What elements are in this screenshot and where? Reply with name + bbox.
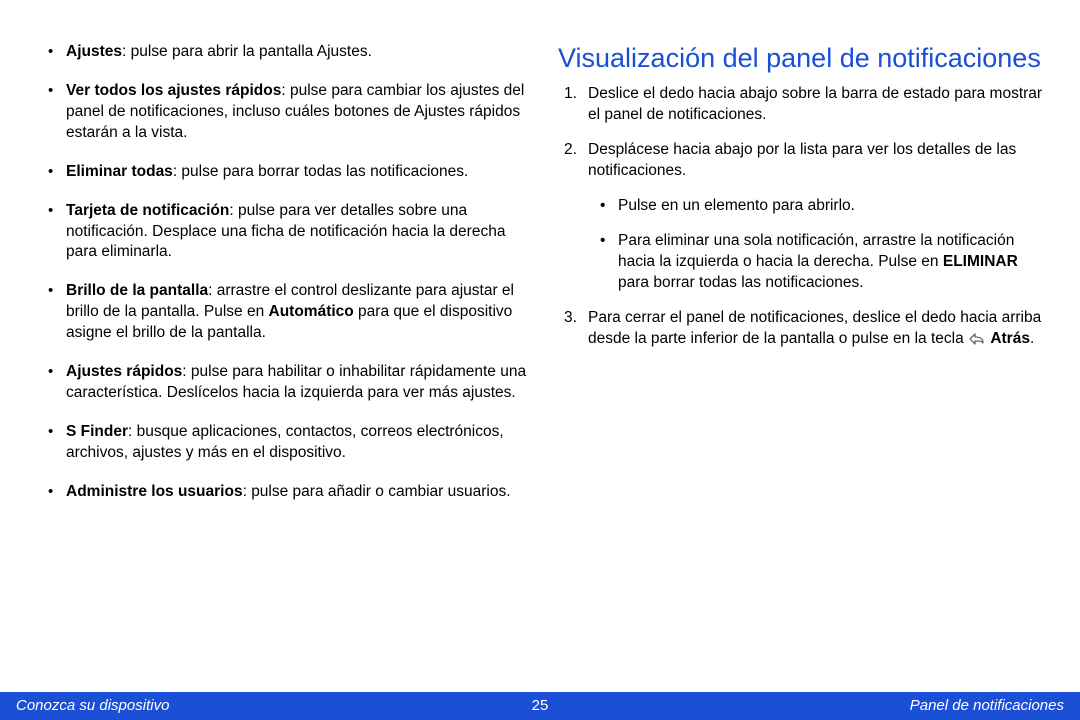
- term: Brillo de la pantalla: [66, 282, 208, 299]
- list-item: Administre los usuarios: pulse para añad…: [54, 482, 528, 503]
- list-item: Tarjeta de notificación: pulse para ver …: [54, 201, 528, 264]
- desc: : pulse para borrar todas las notificaci…: [173, 163, 469, 180]
- term: Ver todos los ajustes rápidos: [66, 82, 281, 99]
- section-heading: Visualización del panel de notificacione…: [558, 42, 1050, 74]
- desc: : busque aplicaciones, contactos, correo…: [66, 423, 504, 461]
- desc: : pulse para abrir la pantalla Ajustes.: [122, 43, 372, 60]
- inline-bold: Automático: [269, 303, 354, 320]
- term: Tarjeta de notificación: [66, 202, 229, 219]
- list-item: S Finder: busque aplicaciones, contactos…: [54, 422, 528, 464]
- footer-right: Panel de notificaciones: [548, 696, 1064, 716]
- list-item: Ajustes: pulse para abrir la pantalla Aj…: [54, 42, 528, 63]
- term: Administre los usuarios: [66, 483, 243, 500]
- term: Ajustes: [66, 43, 122, 60]
- sub-item: Pulse en un elemento para abrirlo.: [608, 196, 1050, 217]
- right-column: Visualización del panel de notificacione…: [558, 42, 1050, 521]
- back-icon: [968, 331, 986, 352]
- step-1: Deslice el dedo hacia abajo sobre la bar…: [578, 84, 1050, 126]
- step-3: Para cerrar el panel de notificaciones, …: [578, 308, 1050, 352]
- step-2: Desplácese hacia abajo por la lista para…: [578, 140, 1050, 294]
- list-item: Brillo de la pantalla: arrastre el contr…: [54, 281, 528, 344]
- list-item: Eliminar todas: pulse para borrar todas …: [54, 162, 528, 183]
- footer-left: Conozca su dispositivo: [16, 696, 532, 716]
- inline-bold: Atrás: [990, 330, 1030, 347]
- term: S Finder: [66, 423, 128, 440]
- page-footer: Conozca su dispositivo 25 Panel de notif…: [0, 692, 1080, 720]
- list-item: Ver todos los ajustes rápidos: pulse par…: [54, 81, 528, 144]
- term: Ajustes rápidos: [66, 363, 182, 380]
- term: Eliminar todas: [66, 163, 173, 180]
- desc: : pulse para añadir o cambiar usuarios.: [243, 483, 511, 500]
- sub-item: Para eliminar una sola notificación, arr…: [608, 231, 1050, 294]
- list-item: Ajustes rápidos: pulse para habilitar o …: [54, 362, 528, 404]
- left-column: Ajustes: pulse para abrir la pantalla Aj…: [36, 42, 528, 521]
- page-number: 25: [532, 696, 549, 716]
- inline-bold: ELIMINAR: [943, 253, 1018, 270]
